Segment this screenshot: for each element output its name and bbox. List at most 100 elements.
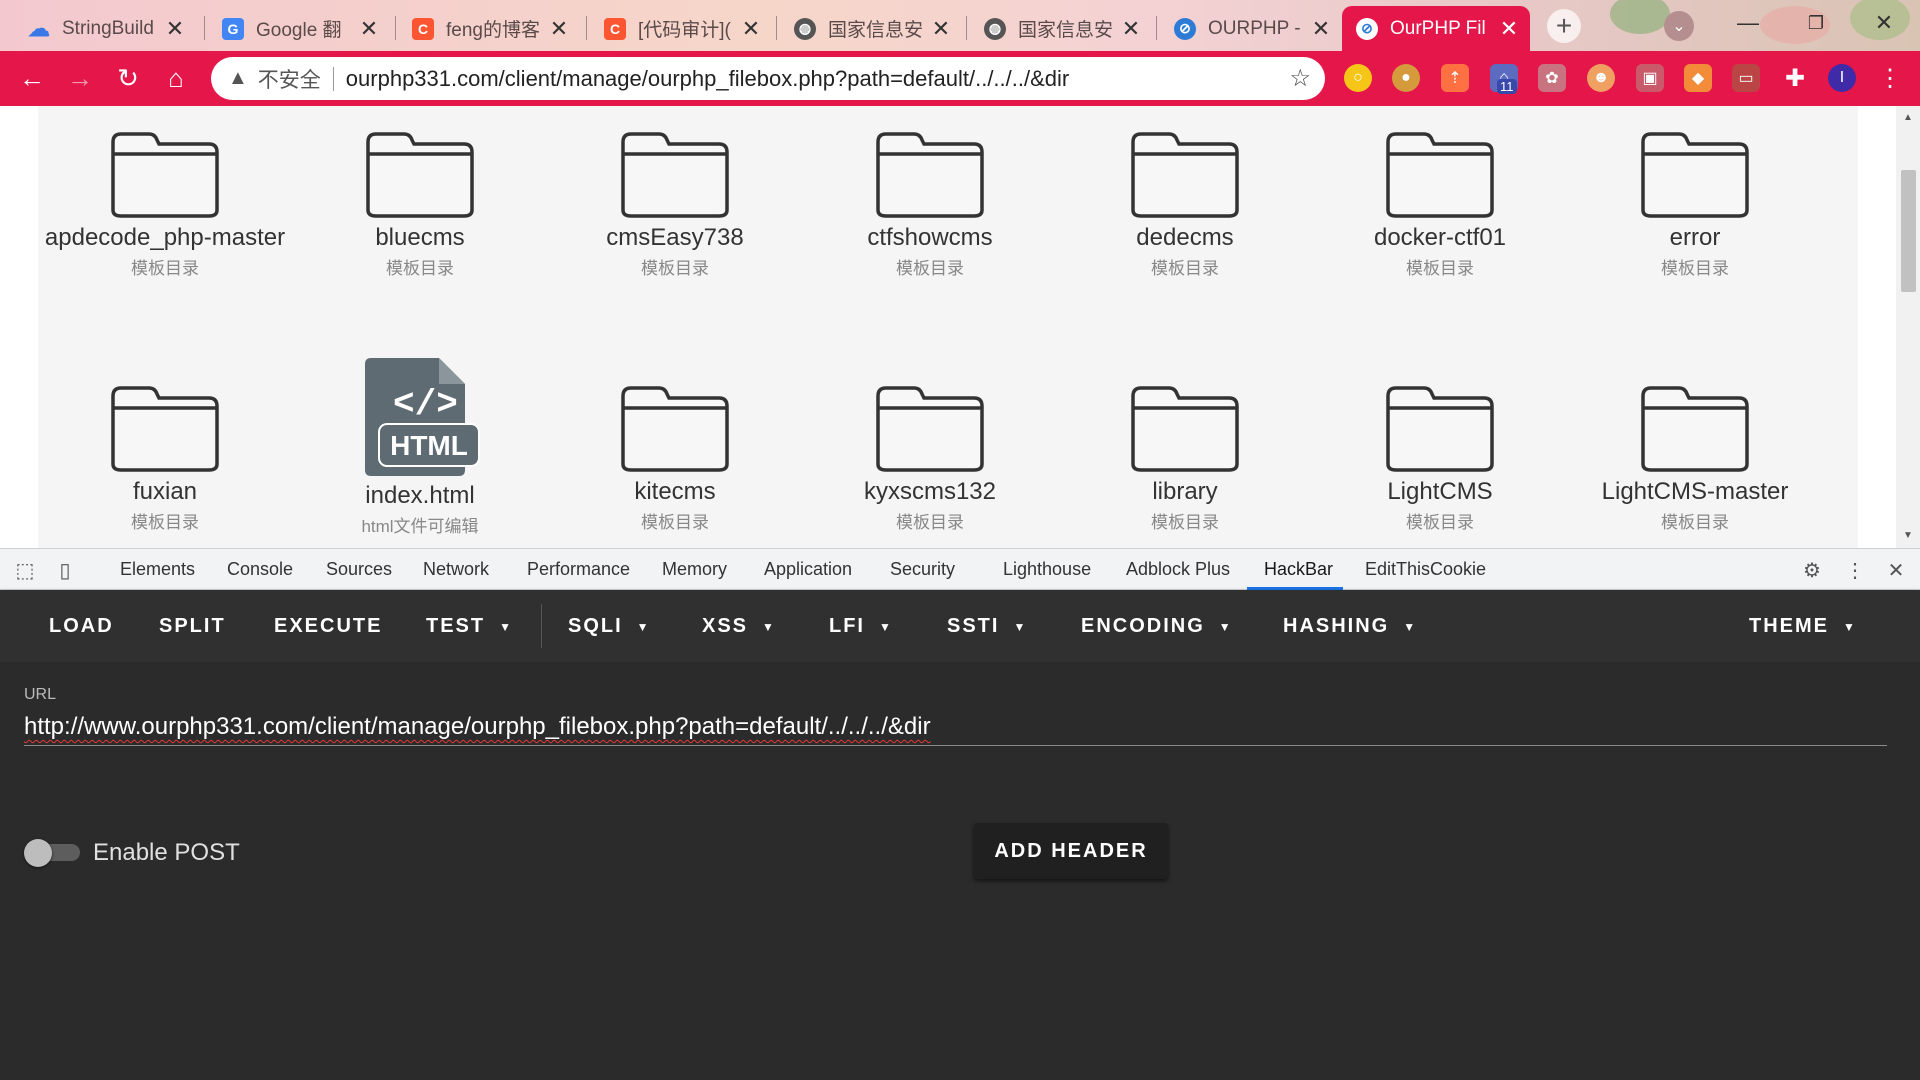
menu-label[interactable]: ENCODING — [1081, 615, 1205, 637]
close-window-icon[interactable]: ✕ — [1864, 8, 1904, 38]
cookie-icon[interactable]: ● — [1392, 64, 1420, 92]
menu-label[interactable]: SPLIT — [159, 615, 226, 637]
file-name[interactable]: LightCMS — [1310, 478, 1570, 506]
puzzle-icon[interactable]: ✚ — [1781, 64, 1809, 92]
close-tab-icon[interactable]: ✕ — [930, 16, 952, 42]
page-scrollbar[interactable]: ▲ ▼ — [1896, 106, 1920, 548]
devtools-tab-network[interactable]: Network — [423, 549, 489, 590]
file-name[interactable]: fuxian — [35, 478, 295, 506]
file-name[interactable]: kitecms — [545, 478, 805, 506]
address-bar[interactable]: ▲ 不安全 ourphp331.com/client/manage/ourphp… — [211, 57, 1325, 100]
browser-tab[interactable]: ◍ 国家信息安 ✕ — [780, 6, 962, 51]
menu-label[interactable]: SSTI — [947, 615, 999, 637]
menu-label[interactable]: EXECUTE — [274, 615, 382, 637]
home-icon[interactable]: ⌂ — [158, 60, 194, 96]
scrollbar-thumb[interactable] — [1901, 170, 1916, 292]
encoding-menu-button[interactable]: ENCODING ▼ — [1081, 590, 1231, 662]
inspect-element-icon[interactable]: ⬚ — [11, 556, 39, 584]
scroll-up-icon[interactable]: ▲ — [1896, 112, 1920, 123]
test-menu-button[interactable]: TEST ▼ — [426, 590, 511, 662]
browser-tab[interactable]: ◍ 国家信息安 ✕ — [970, 6, 1152, 51]
menu-label[interactable]: XSS — [702, 615, 748, 637]
dropdown-caret-icon[interactable]: ▼ — [1219, 620, 1231, 634]
folder-item[interactable]: docker-ctf01 模板目录 — [1310, 128, 1570, 279]
extension-icon[interactable]: ⇡ — [1441, 64, 1469, 92]
menu-label[interactable]: TEST — [426, 615, 485, 637]
dropdown-caret-icon[interactable]: ▼ — [1403, 620, 1415, 634]
file-name[interactable]: apdecode_php-master — [35, 224, 295, 252]
close-tab-icon[interactable]: ✕ — [164, 16, 186, 42]
dropdown-caret-icon[interactable]: ▼ — [499, 620, 511, 634]
devtools-tab-hackbar[interactable]: HackBar — [1264, 549, 1333, 590]
load-menu-button[interactable]: LOAD — [49, 590, 114, 662]
devtools-tab-application[interactable]: Application — [764, 549, 852, 590]
menu-kebab-icon[interactable]: ⋮ — [1876, 64, 1904, 92]
extension-icon[interactable]: ▭ — [1732, 64, 1760, 92]
close-tab-icon[interactable]: ✕ — [548, 16, 570, 42]
dropdown-caret-icon[interactable]: ▼ — [1013, 620, 1025, 634]
file-name[interactable]: kyxscms132 — [800, 478, 1060, 506]
enable-post-label[interactable]: Enable POST — [93, 839, 240, 867]
folder-item[interactable]: ctfshowcms 模板目录 — [800, 128, 1060, 279]
devtools-tab-lighthouse[interactable]: Lighthouse — [1003, 549, 1091, 590]
close-tab-icon[interactable]: ✕ — [1310, 16, 1332, 42]
browser-tab-active[interactable]: ⊘ OurPHP Fil ✕ — [1342, 6, 1530, 51]
url-input-value[interactable]: http://www.ourphp331.com/client/manage/o… — [24, 713, 931, 741]
devtools-tab-elements[interactable]: Elements — [120, 549, 195, 590]
close-devtools-icon[interactable]: ✕ — [1882, 556, 1910, 584]
file-name[interactable]: bluecms — [290, 224, 550, 252]
devtools-tab-memory[interactable]: Memory — [662, 549, 727, 590]
dropdown-caret-icon[interactable]: ▼ — [637, 620, 649, 634]
browser-tab[interactable]: G Google 翻 ✕ — [208, 6, 390, 51]
devtools-tab-adblock-plus[interactable]: Adblock Plus — [1126, 549, 1230, 590]
sqli-menu-button[interactable]: SQLI ▼ — [568, 590, 649, 662]
folder-item[interactable]: dedecms 模板目录 — [1055, 128, 1315, 279]
avatar[interactable]: I — [1828, 64, 1856, 92]
extension-ring-icon[interactable]: ○ — [1344, 64, 1372, 92]
folder-item[interactable]: LightCMS 模板目录 — [1310, 382, 1570, 533]
folder-item[interactable]: kyxscms132 模板目录 — [800, 382, 1060, 533]
monkey-icon[interactable]: ☻ — [1587, 64, 1615, 92]
menu-label[interactable]: THEME — [1749, 615, 1829, 637]
reload-icon[interactable]: ↻ — [110, 60, 146, 96]
browser-tab[interactable]: C [代码审计]( ✕ — [590, 6, 772, 51]
browser-tab[interactable]: ☁ StringBuild ✕ — [14, 6, 196, 51]
devtools-tab-editthiscookie[interactable]: EditThisCookie — [1365, 549, 1486, 590]
ssti-menu-button[interactable]: SSTI ▼ — [947, 590, 1025, 662]
warning-icon[interactable]: ▲ — [228, 67, 248, 90]
device-toggle-icon[interactable]: ▯ — [51, 556, 79, 584]
dropdown-caret-icon[interactable]: ▼ — [1843, 620, 1855, 634]
dropdown-caret-icon[interactable]: ▼ — [762, 620, 774, 634]
file-item[interactable]: </> HTML index.html html文件可编辑 — [290, 356, 550, 537]
devtools-tab-console[interactable]: Console — [227, 549, 293, 590]
devtools-tab-security[interactable]: Security — [890, 549, 955, 590]
file-name[interactable]: cmsEasy738 — [545, 224, 805, 252]
split-menu-button[interactable]: SPLIT — [159, 590, 226, 662]
execute-menu-button[interactable]: EXECUTE — [274, 590, 382, 662]
devtools-tab-performance[interactable]: Performance — [527, 549, 630, 590]
extension-icon[interactable]: ▣ — [1636, 64, 1664, 92]
file-name[interactable]: LightCMS-master — [1565, 478, 1825, 506]
new-tab-button[interactable]: + — [1547, 9, 1581, 43]
lfi-menu-button[interactable]: LFI ▼ — [829, 590, 891, 662]
menu-label[interactable]: LFI — [829, 615, 865, 637]
forward-icon[interactable]: → — [62, 60, 98, 96]
theme-menu-button[interactable]: THEME ▼ — [1749, 590, 1855, 662]
folder-item[interactable]: library 模板目录 — [1055, 382, 1315, 533]
menu-label[interactable]: HASHING — [1283, 615, 1389, 637]
close-tab-icon[interactable]: ✕ — [1120, 16, 1142, 42]
close-tab-icon[interactable]: ✕ — [1498, 16, 1520, 42]
folder-item[interactable]: fuxian 模板目录 — [35, 382, 295, 533]
close-tab-icon[interactable]: ✕ — [740, 16, 762, 42]
file-name[interactable]: library — [1055, 478, 1315, 506]
menu-label[interactable]: LOAD — [49, 615, 114, 637]
add-header-button[interactable]: ADD HEADER — [974, 823, 1168, 879]
insecure-label[interactable]: 不安全 — [258, 64, 321, 94]
xss-menu-button[interactable]: XSS ▼ — [702, 590, 774, 662]
metamask-fox-icon[interactable]: ◆ — [1684, 64, 1712, 92]
devtools-tab-sources[interactable]: Sources — [326, 549, 392, 590]
folder-item[interactable]: error 模板目录 — [1565, 128, 1825, 279]
folder-item[interactable]: bluecms 模板目录 — [290, 128, 550, 279]
gear-extension-icon[interactable]: ✿ — [1538, 64, 1566, 92]
file-name[interactable]: docker-ctf01 — [1310, 224, 1570, 252]
